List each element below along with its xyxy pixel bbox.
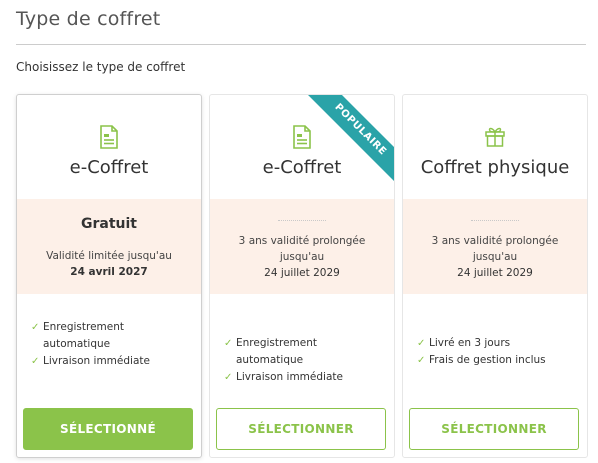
price-block: 3 ans validité prolongée jusqu'au 24 jui… xyxy=(403,199,587,294)
page-title: Type de coffret xyxy=(16,8,161,30)
select-button[interactable]: SÉLECTIONNER xyxy=(216,408,386,450)
validity-date: 24 avril 2027 xyxy=(70,266,148,278)
feature-list: ✓ Enregistrement automatique ✓ Livraison i… xyxy=(224,335,343,386)
validity-date: 24 juillet 2029 xyxy=(457,267,533,279)
check-icon: ✓ xyxy=(31,322,40,333)
card-title: e-Coffret xyxy=(69,157,149,178)
validity-text: 3 ans validité prolongée jusqu'au xyxy=(431,235,559,263)
validity-text: 3 ans validité prolongée jusqu'au xyxy=(238,235,366,263)
box-option-physical[interactable]: Coffret physique 3 ans validité prolongé… xyxy=(402,94,588,458)
check-icon: ✓ xyxy=(417,338,426,349)
document-icon xyxy=(210,125,394,149)
feature-item: ✓ Livraison immédiate xyxy=(224,369,343,386)
feature-item: ✓ Livré en 3 jours xyxy=(417,335,546,352)
box-option-ecoffret-extended[interactable]: POPULAIRE e-Coffret 3 ans validité prolo… xyxy=(209,94,395,458)
check-icon: ✓ xyxy=(31,356,40,367)
feature-item: ✓ Enregistrement automatique xyxy=(31,321,125,350)
selected-button[interactable]: SÉLECTIONNÉ xyxy=(23,408,193,450)
feature-list: ✓ Livré en 3 jours ✓ Frais de gestion incl… xyxy=(417,335,546,369)
feature-list: ✓ Enregistrement automatique ✓ Livraison i… xyxy=(31,319,150,370)
price-block: Gratuit Validité limitée jusqu'au 24 avr… xyxy=(17,199,201,294)
select-button[interactable]: SÉLECTIONNER xyxy=(409,408,579,450)
validity-date: 24 juillet 2029 xyxy=(264,267,340,279)
price-block: 3 ans validité prolongée jusqu'au 24 jui… xyxy=(210,199,394,294)
check-icon: ✓ xyxy=(224,338,233,349)
feature-item: ✓ Livraison immédiate xyxy=(31,353,150,370)
price-label: Gratuit xyxy=(81,216,137,232)
title-divider xyxy=(16,44,586,45)
price-placeholder xyxy=(278,219,326,221)
page-subtitle: Choisissez le type de coffret xyxy=(16,60,186,74)
card-title: e-Coffret xyxy=(262,157,342,178)
feature-item: ✓ Frais de gestion inclus xyxy=(417,352,546,369)
check-icon: ✓ xyxy=(224,372,233,383)
box-option-ecoffret-free[interactable]: e-Coffret Gratuit Validité limitée jusqu… xyxy=(16,94,202,458)
price-placeholder xyxy=(471,219,519,221)
document-icon xyxy=(17,125,201,149)
feature-item: ✓ Enregistrement automatique xyxy=(224,337,318,366)
check-icon: ✓ xyxy=(417,355,426,366)
validity-text: Validité limitée jusqu'au xyxy=(46,250,172,262)
card-title: Coffret physique xyxy=(420,157,570,178)
gift-icon xyxy=(403,125,587,149)
